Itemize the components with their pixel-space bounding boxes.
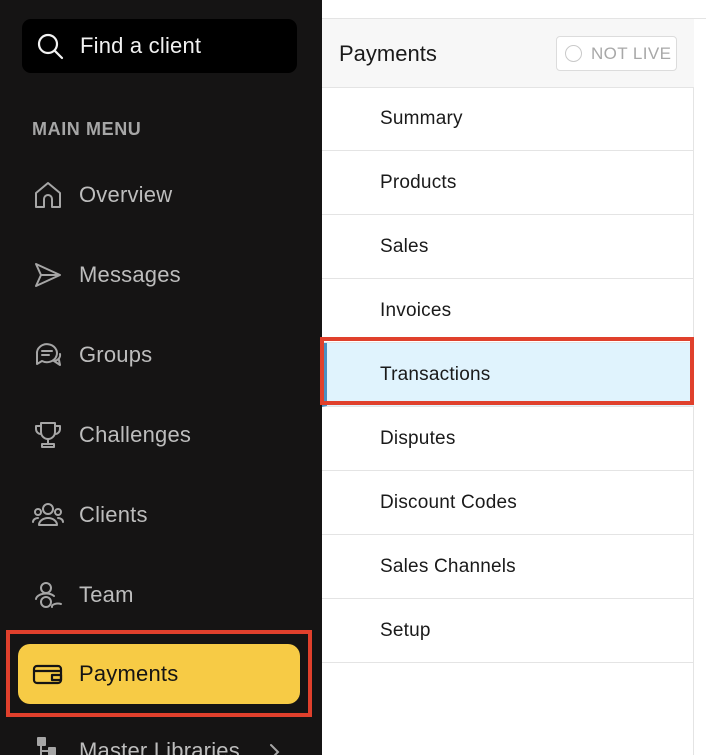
submenu-item-invoices[interactable]: Invoices [322, 279, 694, 343]
hierarchy-icon [32, 735, 64, 755]
nav-item-team[interactable]: Team [18, 565, 300, 625]
submenu-item-label: Setup [380, 619, 431, 641]
nav-item-label: Challenges [79, 422, 192, 447]
clients-icon [32, 499, 64, 531]
submenu-item-summary[interactable]: Summary [322, 87, 694, 151]
nav-item-label: Groups [79, 342, 153, 367]
send-icon [32, 259, 64, 291]
submenu-item-sales[interactable]: Sales [322, 215, 694, 279]
status-circle-icon [565, 45, 582, 62]
submenu-item-label: Sales Channels [380, 555, 516, 577]
nav-item-groups[interactable]: Groups [18, 325, 300, 385]
search-label: Find a client [80, 33, 202, 58]
nav-item-master-libraries[interactable]: Master Libraries [18, 721, 300, 755]
nav-item-label: Team [79, 582, 134, 607]
nav-item-clients[interactable]: Clients [18, 485, 300, 545]
submenu-item-label: Invoices [380, 299, 452, 321]
nav-item-messages[interactable]: Messages [18, 245, 300, 305]
submenu-item-disputes[interactable]: Disputes [322, 407, 694, 471]
submenu-item-label: Sales [380, 235, 429, 257]
main-menu-heading: MAIN MENU [32, 119, 142, 139]
chevron-right-icon [268, 743, 280, 755]
nav-item-label: Overview [79, 182, 173, 207]
nav-item-label: Clients [79, 502, 148, 527]
nav-item-challenges[interactable]: Challenges [18, 405, 300, 465]
right-edge-column [694, 19, 706, 755]
not-live-badge[interactable]: NOT LIVE [556, 36, 677, 71]
wallet-icon [32, 658, 64, 690]
submenu-item-label: Products [380, 171, 457, 193]
sidebar: Find a client MAIN MENU Overview Message… [0, 0, 322, 755]
nav-item-label: Master Libraries [79, 738, 240, 755]
submenu-item-label: Summary [380, 107, 463, 129]
submenu-item-products[interactable]: Products [322, 151, 694, 215]
submenu-item-discount-codes[interactable]: Discount Codes [322, 471, 694, 535]
payments-submenu-panel: Payments NOT LIVE Summary Products Sales… [322, 19, 694, 755]
nav-item-overview[interactable]: Overview [18, 165, 300, 225]
submenu-item-label: Disputes [380, 427, 456, 449]
trophy-icon [32, 419, 64, 451]
panel-title: Payments [339, 41, 437, 66]
submenu-item-setup[interactable]: Setup [322, 599, 694, 663]
home-icon [32, 179, 64, 211]
team-icon [32, 579, 64, 611]
find-client-search[interactable]: Find a client [22, 19, 297, 73]
panel-header: Payments NOT LIVE [322, 19, 694, 88]
submenu-item-sales-channels[interactable]: Sales Channels [322, 535, 694, 599]
nav-item-label: Payments [79, 661, 179, 686]
chat-bubbles-icon [32, 339, 64, 371]
search-icon [36, 32, 64, 60]
live-status-text: NOT LIVE [591, 43, 672, 63]
nav-item-label: Messages [79, 262, 181, 287]
nav-item-payments[interactable]: Payments [18, 644, 300, 704]
top-strip [322, 0, 706, 19]
submenu-item-transactions[interactable]: Transactions [322, 343, 694, 407]
submenu-item-label: Discount Codes [380, 491, 517, 513]
submenu-item-label: Transactions [380, 363, 491, 385]
